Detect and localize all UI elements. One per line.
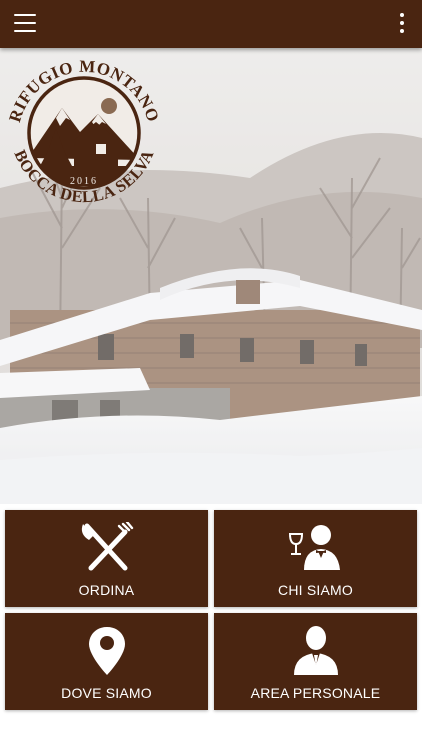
- map-pin-icon: [88, 627, 125, 675]
- user-icon: [293, 626, 338, 675]
- logo-year: 2016: [70, 176, 98, 187]
- area-personale-button[interactable]: AREA PERSONALE: [214, 613, 417, 710]
- hamburger-menu-icon[interactable]: [14, 12, 38, 34]
- rifugio-logo: RIFUGIO MONTANO BOCCA DELLA SELVA 2016: [5, 57, 162, 207]
- chi-siamo-label: CHI SIAMO: [278, 582, 353, 598]
- dove-siamo-label: DOVE SIAMO: [61, 685, 152, 701]
- fork-knife-icon: [81, 522, 133, 571]
- hero-image: RIFUGIO MONTANO BOCCA DELLA SELVA 2016: [0, 48, 422, 504]
- dove-siamo-button[interactable]: DOVE SIAMO: [5, 613, 208, 710]
- area-personale-label: AREA PERSONALE: [250, 685, 381, 701]
- main-menu-grid: ORDINA CHI SIAMO DOVE SIAMO AREA PERSONA…: [0, 504, 422, 750]
- chi-siamo-button[interactable]: CHI SIAMO: [214, 510, 417, 607]
- app-bar: [0, 0, 422, 48]
- more-options-icon[interactable]: [398, 13, 406, 35]
- ordina-button[interactable]: ORDINA: [5, 510, 208, 607]
- waiter-icon: [288, 525, 340, 570]
- ordina-label: ORDINA: [78, 582, 135, 598]
